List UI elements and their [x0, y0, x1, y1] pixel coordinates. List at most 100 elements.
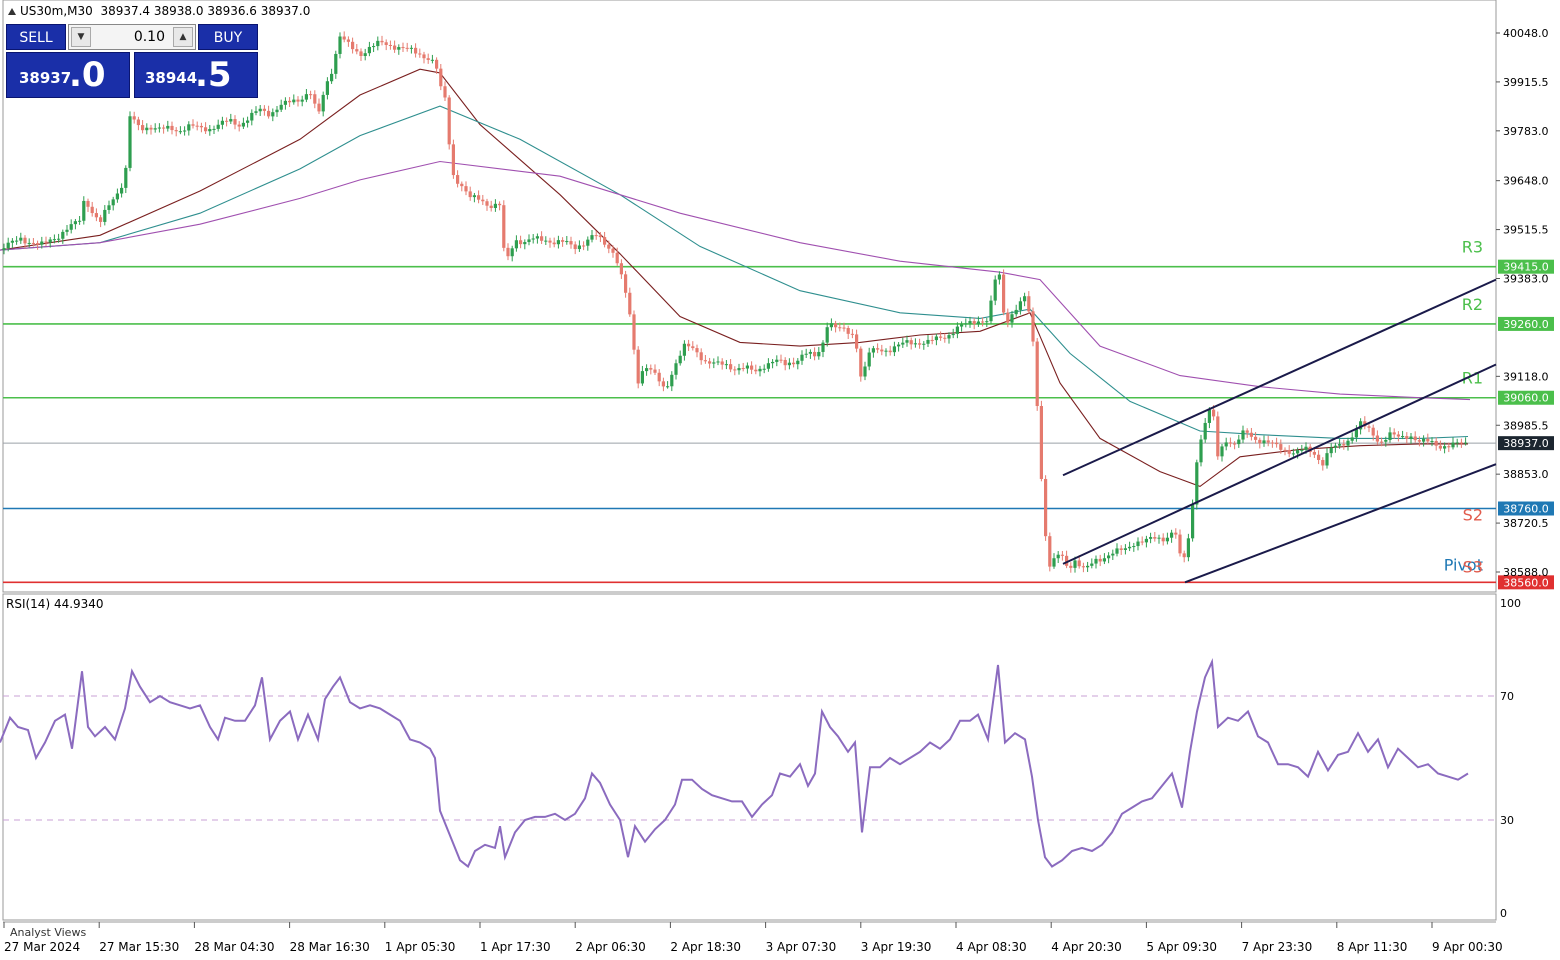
candle-bear: [729, 364, 733, 370]
candle-bear: [1035, 341, 1039, 407]
candle-bear: [262, 108, 266, 111]
candle-bear: [86, 200, 90, 207]
buy-price-box[interactable]: 38944 .5: [134, 52, 258, 98]
candle-bull: [947, 335, 951, 339]
candle-bull: [292, 99, 296, 103]
candle-bull: [250, 112, 254, 121]
candle-bull: [1401, 436, 1405, 438]
ma-slow-line: [0, 160, 1471, 401]
rsi-panel: 100 70 30 0: [0, 597, 1521, 920]
candle-bull: [1203, 422, 1207, 440]
candle-bear: [1342, 444, 1346, 446]
candle-bull: [103, 209, 107, 222]
chart-canvas[interactable]: R339415.0R239260.0R139060.0Pivot38760.0S…: [0, 0, 1560, 960]
candle-bull: [745, 365, 749, 369]
candle-bear: [435, 59, 439, 69]
sell-price-box[interactable]: 38937 .0: [6, 52, 130, 98]
lot-size-input[interactable]: [93, 27, 169, 47]
candle-bull: [187, 124, 191, 131]
candle-bear: [619, 263, 623, 275]
candle-bull: [1094, 558, 1098, 564]
candle-bear: [657, 372, 661, 382]
candle-bull: [57, 238, 61, 240]
chevron-down-icon[interactable]: ▼: [71, 27, 91, 47]
candle-bear: [1119, 548, 1123, 550]
candle-bull: [166, 125, 170, 129]
candle-bull: [111, 199, 115, 206]
candle-bull: [884, 350, 888, 352]
candle-bear: [1283, 449, 1287, 451]
candle-bull: [960, 324, 964, 327]
level-price-tag-label: 38760.0: [1503, 503, 1549, 516]
candle-bear: [384, 42, 388, 45]
candle-bear: [792, 362, 796, 365]
chevron-up-icon[interactable]: ▲: [173, 27, 193, 47]
buy-button[interactable]: BUY: [198, 24, 258, 50]
candle-bull: [523, 242, 527, 245]
candle-bear: [1417, 440, 1421, 442]
buy-price-main: 38944: [145, 69, 198, 87]
candle-bear: [552, 242, 556, 245]
price-tick-label: 39915.5: [1503, 76, 1549, 89]
candle-bear: [468, 191, 472, 198]
candle-bull: [817, 351, 821, 357]
price-tick-label: 39118.0: [1503, 370, 1549, 383]
chart-frame: [2, 0, 1497, 923]
candle-bull: [863, 366, 867, 377]
candle-bull: [2, 248, 6, 251]
candle-bull: [758, 368, 762, 372]
channel-line-2: [1062, 363, 1497, 565]
candle-bear: [94, 213, 98, 218]
candle-bear: [1212, 409, 1216, 417]
candle-bear: [1048, 536, 1052, 567]
sell-price-fraction: .0: [69, 55, 106, 95]
candle-bull: [1388, 432, 1392, 440]
candle-bear: [691, 346, 695, 349]
candle-bear: [405, 47, 409, 49]
candle-bull: [363, 53, 367, 57]
candle-bull: [145, 127, 149, 131]
rsi-tick-label: 0: [1500, 907, 1507, 920]
candle-bull: [964, 323, 968, 325]
candle-bull: [367, 46, 371, 54]
candle-bull: [821, 342, 825, 352]
price-axis: 40048.0 39915.5 39783.0 39648.0 39515.5 39383…: [1496, 27, 1554, 579]
candle-bull: [472, 195, 476, 198]
candle-bull: [1010, 314, 1014, 323]
time-axis: 27 Mar 2024 27 Mar 15:30 28 Mar 04:30 28 Ma…: [3, 922, 1503, 954]
candle-bear: [1392, 432, 1396, 435]
candle-bear: [346, 39, 350, 42]
candle-bear: [720, 361, 724, 365]
candle-bull: [1149, 537, 1153, 539]
candle-bear: [750, 365, 754, 370]
candle-bull: [300, 99, 304, 102]
candle-bull: [493, 203, 497, 209]
time-tick-label: 7 Apr 23:30: [1242, 940, 1313, 954]
candle-bear: [1006, 312, 1010, 323]
candle-bear: [661, 381, 665, 387]
candle-bear: [288, 100, 292, 103]
candle-bull: [65, 229, 69, 232]
trend-channel[interactable]: [1062, 278, 1497, 584]
candle-bear: [464, 186, 468, 192]
level-price-tag-label: 39260.0: [1503, 318, 1549, 331]
candle-bull: [1350, 437, 1354, 441]
candle-bull: [61, 231, 65, 239]
level-price-tag-label: 39060.0: [1503, 392, 1549, 405]
candle-bear: [1098, 558, 1102, 562]
candle-bear: [506, 247, 510, 257]
candle-bear: [460, 183, 464, 187]
candle-bull: [716, 361, 720, 363]
candle-bull: [678, 355, 682, 364]
candle-bull: [27, 242, 31, 244]
candle-bear: [23, 237, 27, 244]
candle-bear: [1216, 416, 1220, 457]
candle-bull: [1136, 541, 1140, 547]
candle-bear: [1321, 459, 1325, 466]
collapse-triangle-icon[interactable]: [8, 8, 16, 15]
candle-bear: [1182, 553, 1186, 558]
ma-mid-line: [0, 105, 1469, 439]
sell-button[interactable]: SELL: [6, 24, 66, 50]
candle-bear: [225, 120, 229, 122]
candle-bear: [846, 328, 850, 334]
